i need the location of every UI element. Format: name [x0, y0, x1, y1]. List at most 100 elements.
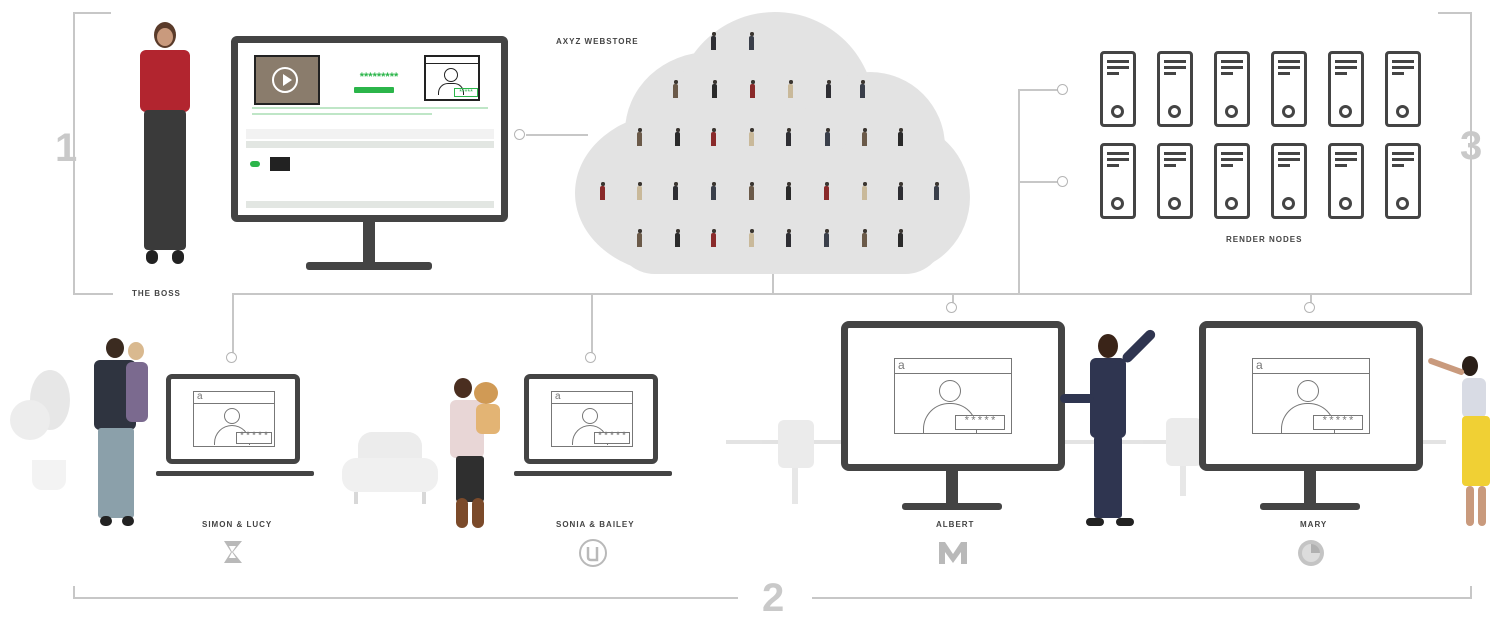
- webstore-figure: [675, 229, 680, 247]
- render-link-2: [1018, 181, 1058, 183]
- render-node-dot-1: [1057, 84, 1068, 95]
- maya-icon: [936, 538, 970, 568]
- webstore-figure: [862, 128, 867, 146]
- mary-label: MARY: [1300, 520, 1328, 529]
- albert-monitor-base: [902, 503, 1002, 510]
- section-number-1: 1: [55, 126, 78, 170]
- webstore-figure: [749, 32, 754, 50]
- sonia-laptop-base: [514, 471, 672, 476]
- webstore-figure: [898, 182, 903, 200]
- render-node-9-icon: [1214, 143, 1250, 219]
- webstore-figure: [749, 128, 754, 146]
- render-node-7-icon: [1100, 143, 1136, 219]
- green-button[interactable]: [354, 87, 394, 93]
- drop-sonia: [591, 293, 593, 353]
- webstore-figure: [862, 229, 867, 247]
- plant-decoration: [10, 370, 90, 510]
- webstore-figure: [862, 182, 867, 200]
- webstore-cloud: [575, 12, 970, 274]
- boss-login-card: *****: [424, 55, 480, 101]
- webstore-figure: [749, 182, 754, 200]
- boss-monitor-base: [306, 262, 432, 270]
- webstore-figure: [637, 128, 642, 146]
- drop-simon: [232, 293, 234, 353]
- render-node-4-icon: [1271, 51, 1307, 127]
- webstore-figure: [826, 80, 831, 98]
- render-node-12-icon: [1385, 143, 1421, 219]
- node-sonia: [585, 352, 596, 363]
- webstore-figure: [675, 128, 680, 146]
- albert-login-letter: a: [898, 358, 905, 372]
- bracket-1-top: [73, 12, 111, 14]
- webstore-figure: [786, 128, 791, 146]
- cinema4d-icon: [1296, 538, 1326, 568]
- section-number-2: 2: [762, 576, 785, 620]
- mary-password: *****: [1313, 415, 1363, 430]
- render-node-8-icon: [1157, 143, 1193, 219]
- armchair-decoration: [342, 432, 438, 506]
- simon-login-card: a *****: [193, 391, 275, 447]
- webstore-figure: [788, 80, 793, 98]
- small-monitor-icon: [270, 157, 290, 171]
- albert-monitor: a *****: [841, 321, 1065, 471]
- albert-figure: [1060, 327, 1172, 530]
- bracket-3-top: [1438, 12, 1471, 14]
- simon-login-letter: a: [197, 391, 203, 402]
- webstore-figure: [712, 80, 717, 98]
- webstore-figure: [860, 80, 865, 98]
- mary-login-letter: a: [1256, 358, 1263, 372]
- webstore-figure: [749, 229, 754, 247]
- render-node-dot-2: [1057, 176, 1068, 187]
- webstore-figure: [786, 229, 791, 247]
- webstore-figure: [898, 128, 903, 146]
- node-mary: [1304, 302, 1315, 313]
- section-number-3: 3: [1460, 124, 1483, 168]
- simon-lucy-figure: [92, 338, 158, 530]
- webstore-figure: [711, 229, 716, 247]
- mary-monitor-base: [1260, 503, 1360, 510]
- boss-node: [514, 129, 525, 140]
- toggle-switch[interactable]: [250, 161, 260, 167]
- webstore-figure: [637, 182, 642, 200]
- render-node-6-icon: [1385, 51, 1421, 127]
- video-thumbnail[interactable]: [254, 55, 320, 105]
- boss-password: *********: [359, 71, 399, 83]
- mary-login-card: a *****: [1252, 358, 1370, 434]
- simon-user-icon: [224, 408, 240, 424]
- sonia-laptop-screen: a *****: [524, 374, 658, 464]
- webstore-figure: [898, 229, 903, 247]
- user-icon: [444, 68, 458, 82]
- node-albert: [946, 302, 957, 313]
- webstore-figure: [711, 32, 716, 50]
- webstore-figure: [824, 182, 829, 200]
- render-node-3-icon: [1214, 51, 1250, 127]
- sonia-password: *****: [594, 432, 630, 444]
- webstore-figure: [600, 182, 605, 200]
- mary-figure: [1426, 356, 1502, 532]
- webstore-figure: [637, 229, 642, 247]
- webstore-figure: [750, 80, 755, 98]
- webstore-label: AXYZ WEBSTORE: [556, 37, 639, 46]
- webstore-figure: [825, 128, 830, 146]
- sonia-login-card: a *****: [551, 391, 633, 447]
- boss-pin: *****: [454, 88, 478, 97]
- sonia-bailey-figure: [448, 378, 504, 530]
- simon-password: *****: [236, 432, 272, 444]
- render-node-1-icon: [1100, 51, 1136, 127]
- bracket-1-bottom: [73, 293, 113, 295]
- render-node-10-icon: [1271, 143, 1307, 219]
- albert-password: *****: [955, 415, 1005, 430]
- render-nodes-label: RENDER NODES: [1226, 235, 1303, 244]
- webstore-figure: [824, 229, 829, 247]
- node-simon: [226, 352, 237, 363]
- webstore-figure: [934, 182, 939, 200]
- render-connector: [1018, 89, 1020, 294]
- render-node-5-icon: [1328, 51, 1364, 127]
- play-icon[interactable]: [272, 67, 298, 93]
- boss-monitor: ********* *****: [231, 36, 508, 222]
- mary-monitor-neck: [1304, 470, 1316, 506]
- mary-monitor: a *****: [1199, 321, 1423, 471]
- mary-user-icon: [1297, 380, 1319, 402]
- simon-laptop-screen: a *****: [166, 374, 300, 464]
- render-node-11-icon: [1328, 143, 1364, 219]
